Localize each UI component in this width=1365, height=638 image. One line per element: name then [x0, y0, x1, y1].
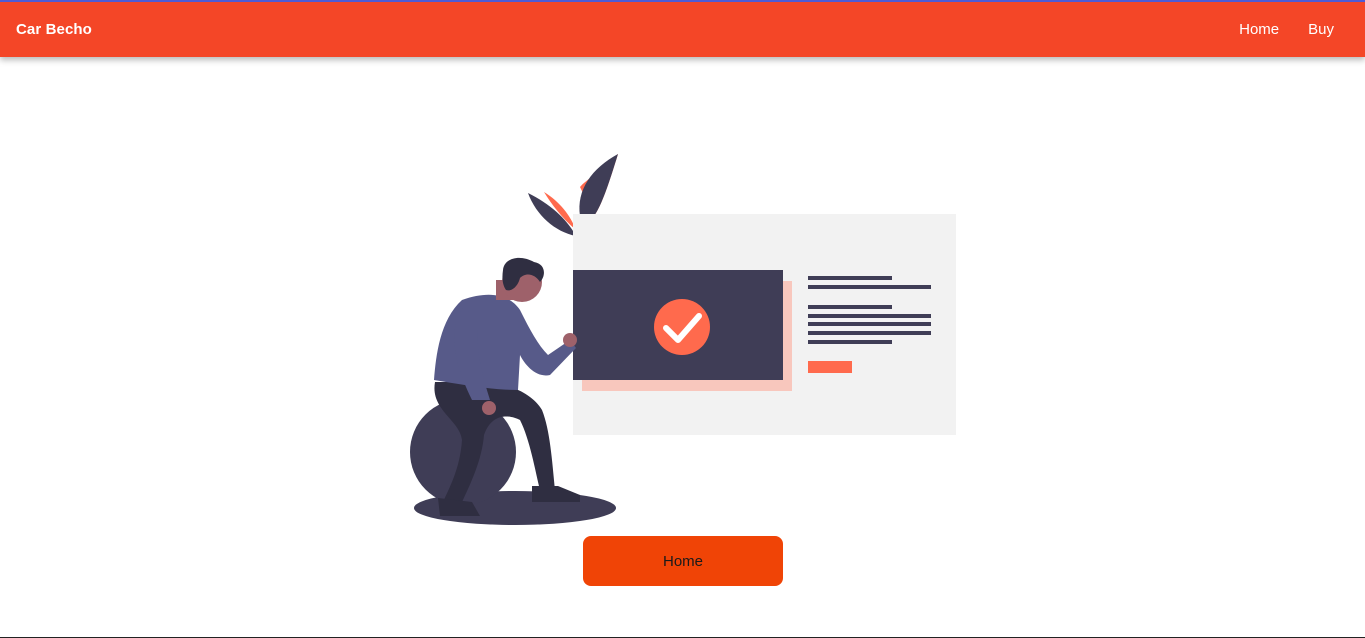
- check-circle-icon: [654, 299, 710, 355]
- brand-logo-text[interactable]: Car Becho: [16, 21, 92, 38]
- home-button[interactable]: Home: [583, 536, 783, 586]
- success-illustration: [410, 154, 956, 525]
- nav-link-home[interactable]: Home: [1239, 21, 1279, 38]
- top-navbar: Car Becho Home Buy: [0, 0, 1365, 57]
- nav-link-buy[interactable]: Buy: [1308, 21, 1334, 38]
- card-accent-bar: [808, 361, 852, 373]
- nav-links: Home Buy: [1239, 21, 1334, 38]
- page: Car Becho Home Buy Home: [0, 0, 1365, 638]
